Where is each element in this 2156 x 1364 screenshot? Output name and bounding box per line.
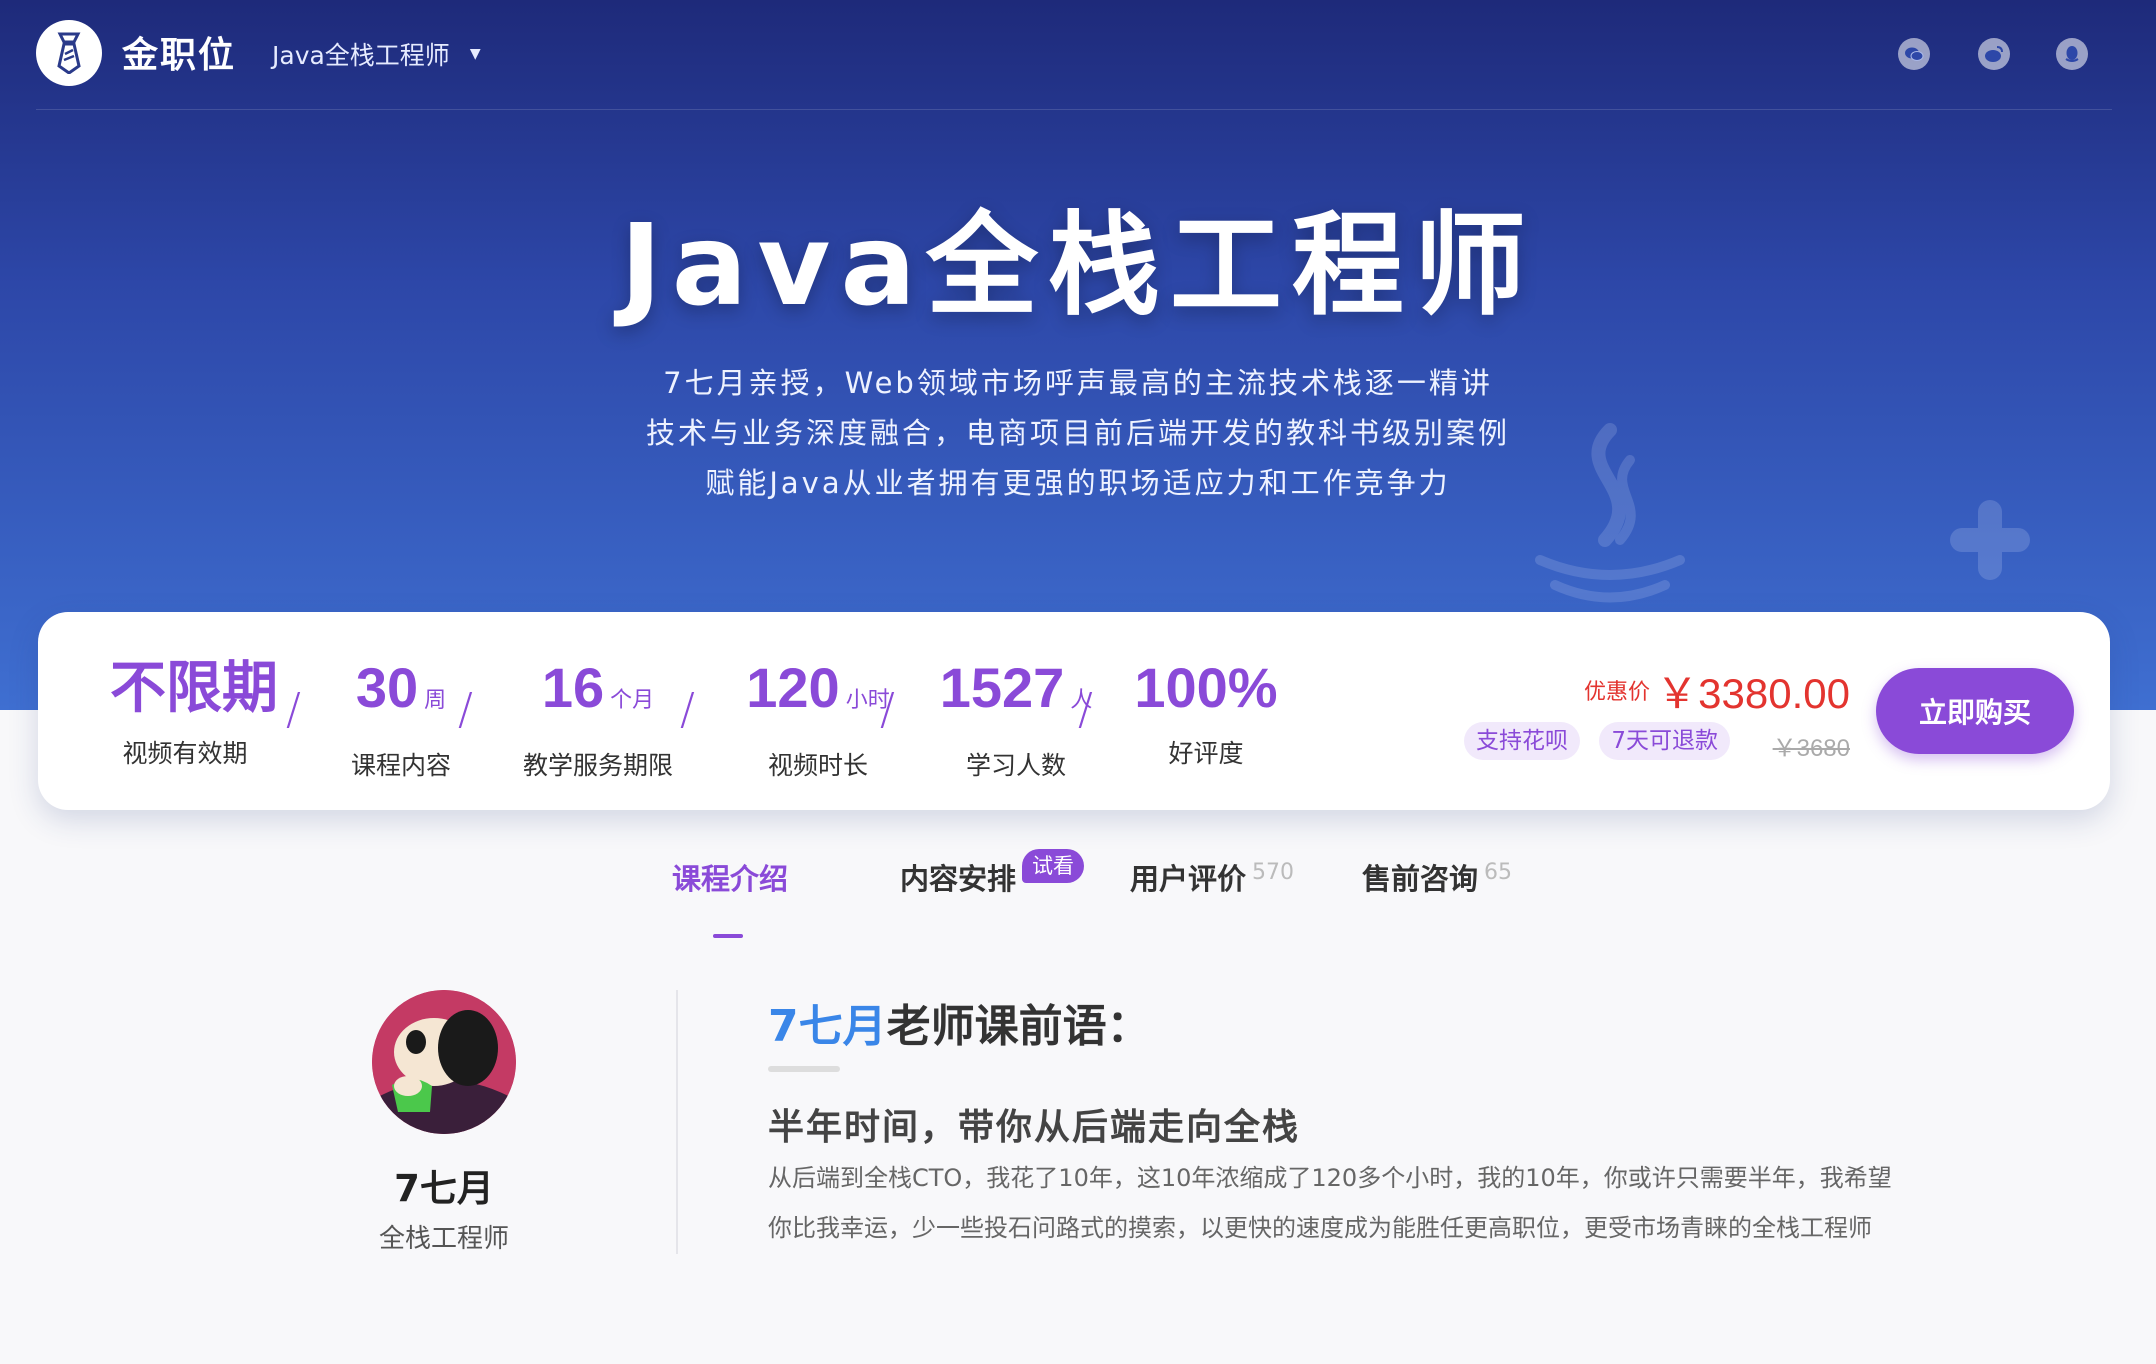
- course-selector-label: Java全栈工程师: [272, 41, 450, 70]
- stat-separator: /: [1078, 684, 1093, 735]
- qq-share-button[interactable]: [2056, 38, 2088, 70]
- stat-separator: /: [680, 684, 695, 735]
- preface-paragraph: 你比我幸运，少一些投石问路式的摸索，以更快的速度成为能胜任更高职位，更受市场青睐…: [768, 1214, 1872, 1242]
- price-label: 优惠价: [1583, 680, 1650, 705]
- tab-presale-consult[interactable]: 售前咨询 65: [1362, 856, 1512, 898]
- preface-heading: 7七月老师课前语：: [768, 990, 1151, 1054]
- stat-label: 好评度: [1168, 739, 1244, 768]
- tab-label: 课程介绍: [672, 862, 789, 896]
- tab-label: 用户评价: [1130, 862, 1247, 896]
- tab-label: 售前咨询: [1362, 862, 1479, 896]
- tie-logo-icon: [57, 32, 81, 74]
- stat-unit: 个月: [610, 687, 655, 712]
- preface-heading-text: 老师课前语：: [886, 1001, 1151, 1052]
- buy-now-button[interactable]: 立即购买: [1876, 668, 2074, 754]
- stat-rating: 100% 好评度: [1116, 652, 1296, 770]
- course-title: Java全栈工程师: [620, 201, 1536, 331]
- wechat-icon: [1905, 47, 1924, 61]
- stat-weeks: 30 周 课程内容: [326, 652, 476, 782]
- tab-count: 65: [1484, 860, 1513, 885]
- stat-label: 视频时长: [767, 751, 868, 780]
- refund-badge: 7天可退款: [1599, 722, 1730, 760]
- teacher-name: 7七月: [394, 1167, 494, 1210]
- hero-tagline: 7七月亲授，Web领域市场呼声最高的主流技术栈逐一精讲: [663, 366, 1493, 400]
- price-value: ￥3380.00: [1656, 670, 1850, 717]
- stat-validity: 不限期 视频有效期: [110, 652, 278, 770]
- caret-down-icon: ▼: [469, 46, 481, 62]
- trial-badge: 试看: [1022, 849, 1084, 883]
- stat-value: 100%: [1134, 656, 1278, 719]
- weibo-icon: [1985, 46, 2003, 62]
- teacher-title: 全栈工程师: [378, 1224, 509, 1254]
- stat-value: 16: [541, 656, 605, 719]
- stat-separator: /: [286, 684, 301, 735]
- teacher-avatar: [372, 990, 516, 1134]
- brand-name[interactable]: 金职位: [122, 26, 236, 78]
- stat-service-months: 16 个月 教学服务期限: [493, 652, 703, 782]
- weibo-share-button[interactable]: [1978, 38, 2010, 70]
- tab-content-arrangement[interactable]: 内容安排: [900, 856, 1016, 898]
- plus-shape-icon: [1950, 500, 2030, 580]
- stat-value: 不限期: [110, 656, 278, 719]
- panda-avatar-icon: [372, 990, 516, 1134]
- price-block: 优惠价 ￥3380.00 支持花呗 7天可退款 ￥3680: [1430, 654, 1850, 774]
- course-selector-dropdown[interactable]: Java全栈工程师 ▼: [272, 36, 481, 72]
- course-stats-card: 不限期 视频有效期 / 30 周 课程内容 / 16 个月 教学服务期限 / 120…: [38, 612, 2110, 810]
- hero-banner: 金职位 Java全栈工程师 ▼ Java全栈工程师 7七月亲授，Web领域市场呼…: [0, 0, 2156, 710]
- page: 金职位 Java全栈工程师 ▼ Java全栈工程师 7七月亲授，Web领域市场呼…: [0, 0, 2156, 1364]
- stat-value: 30: [355, 656, 419, 719]
- tab-label: 内容安排: [900, 862, 1017, 896]
- preface-paragraph: 从后端到全栈CTO，我花了10年，这10年浓缩成了120多个小时，我的10年，你…: [768, 1164, 1892, 1192]
- wechat-share-button[interactable]: [1898, 38, 1930, 70]
- stat-separator: /: [458, 684, 473, 735]
- stat-label: 课程内容: [350, 751, 451, 780]
- stat-label: 教学服务期限: [522, 751, 673, 780]
- stat-value: 1527: [939, 656, 1065, 719]
- original-price: ￥3680: [1772, 735, 1850, 762]
- huabei-badge: 支持花呗: [1464, 722, 1580, 760]
- section-divider: [676, 990, 678, 1254]
- brand-logo[interactable]: [36, 20, 102, 86]
- hero-tagline: 赋能Java从业者拥有更强的职场适应力和工作竞争力: [705, 466, 1451, 500]
- stat-unit: 周: [424, 687, 447, 712]
- tab-user-reviews[interactable]: 用户评价 570: [1130, 856, 1294, 898]
- stat-label: 视频有效期: [122, 739, 248, 768]
- stat-value: 120: [746, 656, 840, 719]
- heading-underline: [768, 1066, 840, 1072]
- teacher-name-highlight: 7七月: [768, 1001, 887, 1052]
- stat-separator: /: [880, 684, 895, 735]
- tab-course-intro[interactable]: 课程介绍: [672, 856, 788, 898]
- hero-tagline: 技术与业务深度融合，电商项目前后端开发的教科书级别案例: [645, 416, 1510, 450]
- active-tab-indicator: [713, 934, 743, 938]
- tab-count: 570: [1252, 860, 1295, 885]
- stat-label: 学习人数: [965, 751, 1066, 780]
- top-nav: 金职位 Java全栈工程师 ▼: [36, 0, 2112, 110]
- qq-icon: [2065, 46, 2079, 62]
- course-slogan: 半年时间，带你从后端走向全栈: [768, 1107, 1301, 1148]
